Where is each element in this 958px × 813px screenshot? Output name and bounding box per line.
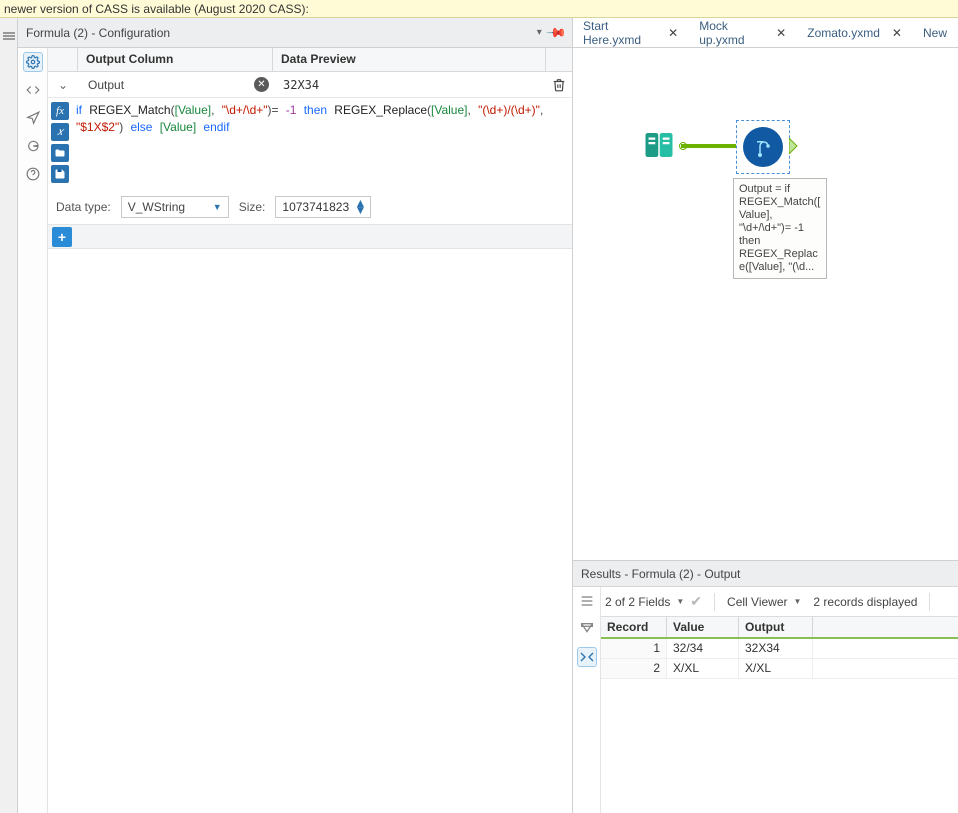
cell-record: 2 xyxy=(601,659,667,678)
cell-value: X/XL xyxy=(667,659,739,678)
add-output-button[interactable]: + xyxy=(52,227,72,247)
workflow-tabs: Start Here.yxmd ✕ Mock up.yxmd ✕ Zomato.yx… xyxy=(573,18,958,48)
table-row[interactable]: 1 32/34 32X34 xyxy=(601,639,958,659)
header-record[interactable]: Record xyxy=(601,617,667,637)
formula-output-anchor[interactable] xyxy=(789,138,799,154)
output-row: ⌄ ✕ 32X34 xyxy=(48,72,572,98)
left-docked-tabs[interactable] xyxy=(0,18,18,813)
cell-value: 32/34 xyxy=(667,639,739,658)
tab-xml-icon[interactable] xyxy=(23,80,43,100)
data-view-icon[interactable] xyxy=(577,647,597,667)
datatype-value: V_WString xyxy=(128,200,185,214)
datatype-label: Data type: xyxy=(56,200,111,214)
formula-toolbar: fx 𝑥 xyxy=(48,98,72,190)
tab-label: New xyxy=(923,26,947,40)
update-banner: newer version of CASS is available (Augu… xyxy=(0,0,958,18)
configuration-title: Formula (2) - Configuration xyxy=(26,26,170,40)
workflow-canvas[interactable]: Output = if REGEX_Match([Value], "\d+/\d… xyxy=(573,48,958,560)
check-icon: ✔ xyxy=(690,593,702,610)
results-table-header: Record Value Output xyxy=(601,617,958,639)
tab-annotation-icon[interactable] xyxy=(23,136,43,156)
text-input-tool[interactable] xyxy=(639,125,679,165)
cell-viewer-toggle[interactable]: Cell Viewer ▼ xyxy=(727,595,801,609)
close-icon[interactable]: ✕ xyxy=(776,26,786,40)
tab-label: Zomato.yxmd xyxy=(807,26,880,40)
size-label: Size: xyxy=(239,200,266,214)
tab-zomato[interactable]: Zomato.yxmd ✕ xyxy=(797,18,913,47)
tab-new[interactable]: New xyxy=(913,18,958,47)
formula-tool[interactable] xyxy=(736,120,790,174)
results-panel: Results - Formula (2) - Output 2 of 2 Fi… xyxy=(573,561,958,813)
tab-mock-up[interactable]: Mock up.yxmd ✕ xyxy=(689,18,797,47)
cell-output: X/XL xyxy=(739,659,813,678)
datatype-select[interactable]: V_WString ▼ xyxy=(121,196,229,218)
configuration-panel: Formula (2) - Configuration ▾ 📌 Output C… xyxy=(18,18,573,813)
data-preview-value: 32X34 xyxy=(273,72,546,97)
messages-view-icon[interactable] xyxy=(577,591,597,611)
tab-start-here[interactable]: Start Here.yxmd ✕ xyxy=(573,18,689,47)
collapse-icon[interactable]: ▾ xyxy=(537,27,542,38)
close-icon[interactable]: ✕ xyxy=(892,26,902,40)
records-count: 2 records displayed xyxy=(813,595,917,609)
dropdown-icon: ▼ xyxy=(213,202,222,212)
clear-output-icon[interactable]: ✕ xyxy=(254,77,269,92)
config-sidetabs xyxy=(18,48,48,813)
save-expression-icon[interactable] xyxy=(51,165,69,183)
tab-label: Mock up.yxmd xyxy=(699,19,764,47)
formula-editor[interactable]: if REGEX_Match([Value], "\d+/\d+")= -1 t… xyxy=(72,98,572,190)
spinner-icon[interactable]: ▲▼ xyxy=(355,200,367,214)
cell-output: 32X34 xyxy=(739,639,813,658)
connection[interactable] xyxy=(681,144,743,148)
header-data-preview[interactable]: Data Preview xyxy=(273,48,546,71)
fields-selector[interactable]: 2 of 2 Fields ▼ ✔ xyxy=(605,593,702,610)
output-column-input[interactable] xyxy=(84,76,267,94)
expand-row-icon[interactable]: ⌄ xyxy=(48,72,78,97)
table-row[interactable]: 2 X/XL X/XL xyxy=(601,659,958,679)
header-output[interactable]: Output xyxy=(739,617,813,637)
type-size-row: Data type: V_WString ▼ Size: 1073741823 … xyxy=(48,190,572,225)
variables-icon[interactable]: 𝑥 xyxy=(51,123,69,141)
output-grid-header: Output Column Data Preview xyxy=(48,48,572,72)
fields-text: 2 of 2 Fields xyxy=(605,595,670,609)
summary-view-icon[interactable] xyxy=(577,619,597,639)
results-view-tabs xyxy=(573,587,601,813)
dropdown-icon: ▼ xyxy=(676,597,684,606)
tool-annotation[interactable]: Output = if REGEX_Match([Value], "\d+/\d… xyxy=(733,178,827,279)
pin-icon[interactable]: 📌 xyxy=(545,21,568,44)
delete-row-icon[interactable] xyxy=(546,72,572,97)
close-icon[interactable]: ✕ xyxy=(668,26,678,40)
dropdown-icon: ▼ xyxy=(794,597,802,606)
tab-label: Start Here.yxmd xyxy=(583,19,656,47)
results-title: Results - Formula (2) - Output xyxy=(573,561,958,587)
cellviewer-label: Cell Viewer xyxy=(727,595,787,609)
tab-nav-icon[interactable] xyxy=(23,108,43,128)
size-value: 1073741823 xyxy=(282,200,349,214)
tab-config-icon[interactable] xyxy=(23,52,43,72)
results-toolbar: 2 of 2 Fields ▼ ✔ Cell Viewer ▼ 2 records d… xyxy=(601,587,958,617)
tab-help-icon[interactable] xyxy=(23,164,43,184)
header-output-column[interactable]: Output Column xyxy=(78,48,273,71)
header-value[interactable]: Value xyxy=(667,617,739,637)
configuration-titlebar: Formula (2) - Configuration ▾ 📌 xyxy=(18,18,572,48)
cell-record: 1 xyxy=(601,639,667,658)
size-input[interactable]: 1073741823 ▲▼ xyxy=(275,196,371,218)
open-expression-icon[interactable] xyxy=(51,144,69,162)
functions-icon[interactable]: fx xyxy=(51,102,69,120)
